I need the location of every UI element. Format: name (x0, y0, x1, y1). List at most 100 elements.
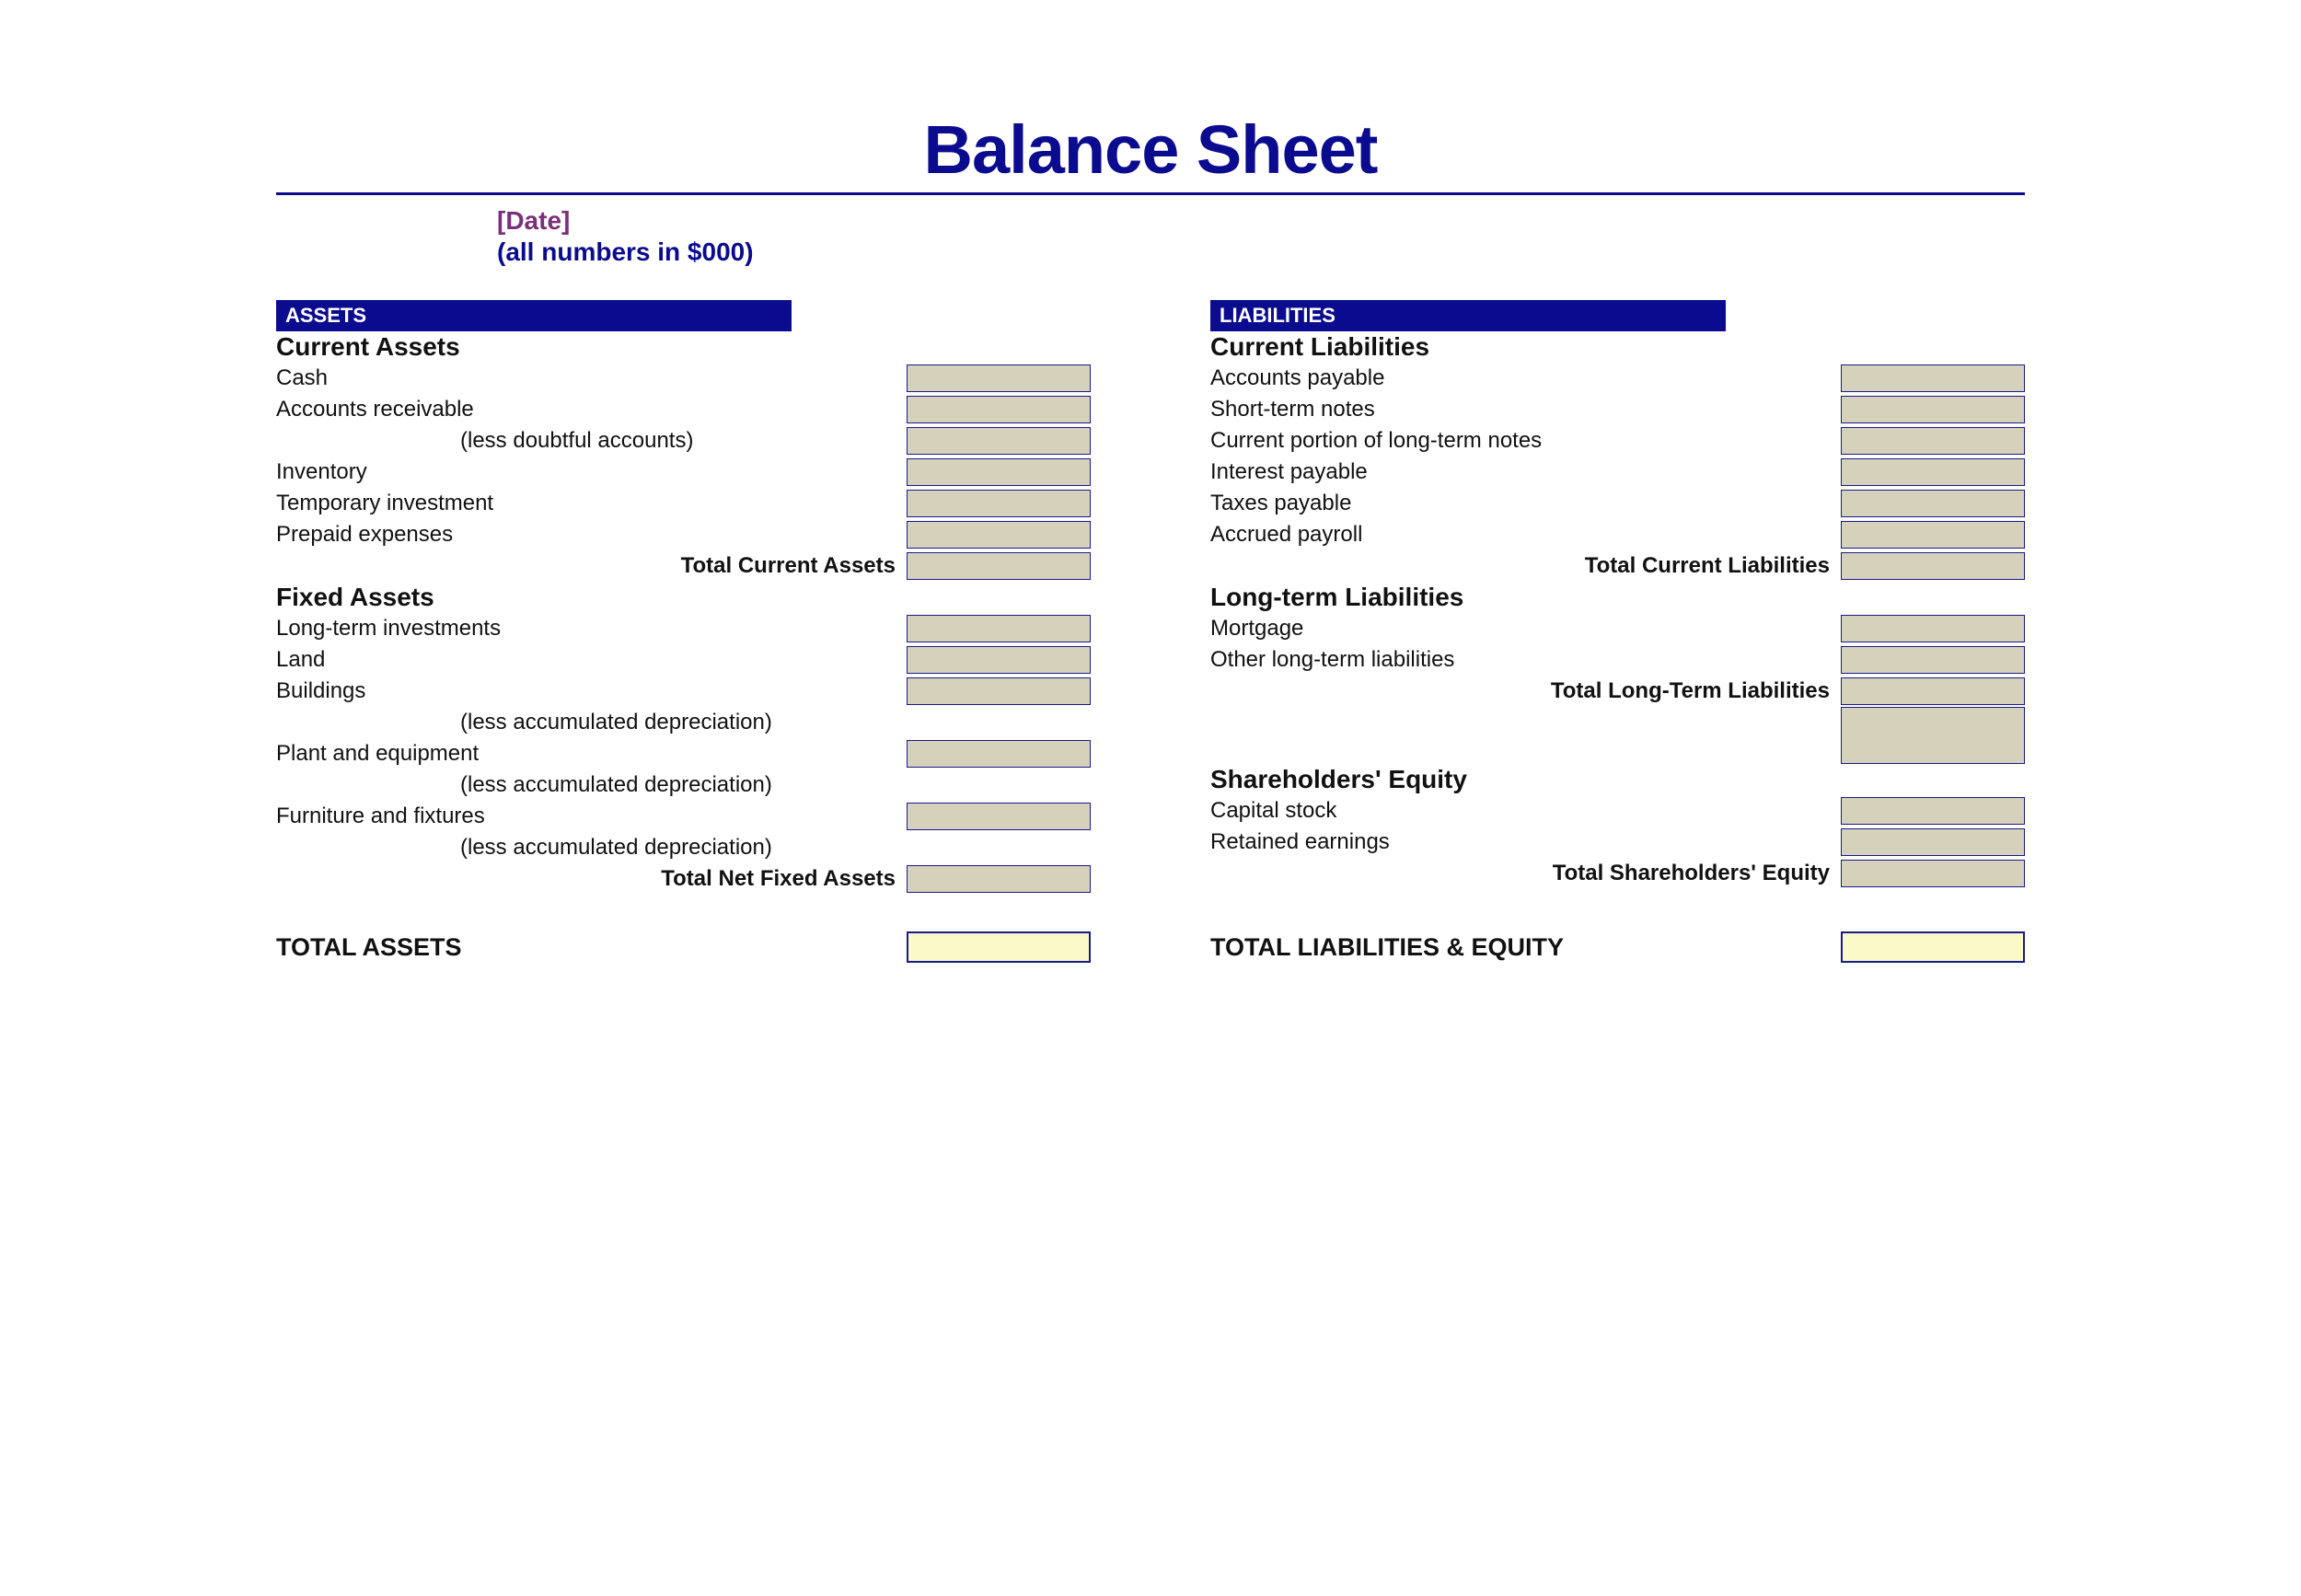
item-label: (less accumulated depreciation) (276, 710, 907, 735)
spacer-row (1210, 707, 2025, 764)
line-item: Retained earnings (1210, 827, 2025, 858)
meta-block: [Date] (all numbers in $000) (497, 204, 2025, 267)
value-cell[interactable] (907, 803, 1091, 830)
item-label: Furniture and fixtures (276, 804, 907, 829)
total-liabilities-equity-row: TOTAL LIABILITIES & EQUITY (1210, 931, 2025, 963)
item-label: Prepaid expenses (276, 522, 907, 548)
assets-column: ASSETS Current Assets Cash Accounts rece… (276, 300, 1091, 895)
item-label: Land (276, 647, 907, 673)
line-item: Long-term investments (276, 613, 1091, 644)
value-cell[interactable] (1841, 615, 2025, 642)
total-assets-cell[interactable] (907, 931, 1091, 963)
total-assets-row: TOTAL ASSETS (276, 931, 1091, 963)
line-item: Other long-term liabilities (1210, 644, 2025, 676)
value-cell[interactable] (907, 740, 1091, 768)
value-cell[interactable] (907, 364, 1091, 392)
subtotal-row: Total Shareholders' Equity (1210, 858, 2025, 889)
longterm-liabilities-title: Long-term Liabilities (1210, 583, 2025, 612)
total-assets-label: TOTAL ASSETS (276, 933, 907, 962)
line-item: (less accumulated depreciation) (276, 832, 1091, 863)
value-cell[interactable] (1841, 427, 2025, 455)
item-label: Other long-term liabilities (1210, 647, 1841, 673)
subtotal-label: Total Current Liabilities (1210, 553, 1841, 579)
item-label: (less accumulated depreciation) (276, 835, 907, 861)
value-cell[interactable] (1841, 677, 2025, 705)
subtotal-row: Total Long-Term Liabilities (1210, 676, 2025, 707)
current-liabilities-title: Current Liabilities (1210, 332, 2025, 362)
line-item: Short-term notes (1210, 394, 2025, 425)
item-label: Accrued payroll (1210, 522, 1841, 548)
item-label: Accounts receivable (276, 397, 907, 422)
subtotal-row: Total Net Fixed Assets (276, 863, 1091, 895)
value-cell[interactable] (907, 427, 1091, 455)
item-label: Interest payable (1210, 459, 1841, 485)
subtotal-label: Total Current Assets (276, 553, 907, 579)
document-title: Balance Sheet (276, 110, 2025, 189)
value-cell[interactable] (1841, 707, 2025, 764)
item-label: Current portion of long-term notes (1210, 428, 1841, 454)
value-cell[interactable] (1841, 552, 2025, 580)
line-item: Interest payable (1210, 457, 2025, 488)
line-item: Buildings (276, 676, 1091, 707)
value-cell[interactable] (1841, 860, 2025, 887)
item-label: Capital stock (1210, 798, 1841, 824)
item-label: Long-term investments (276, 616, 907, 642)
value-cell[interactable] (1841, 828, 2025, 856)
item-label: Mortgage (1210, 616, 1841, 642)
item-label: Taxes payable (1210, 491, 1841, 516)
item-label: (less doubtful accounts) (276, 428, 907, 454)
line-item: Capital stock (1210, 795, 2025, 827)
value-cell[interactable] (907, 865, 1091, 893)
value-cell[interactable] (907, 490, 1091, 517)
line-item: Prepaid expenses (276, 519, 1091, 550)
subtotal-row: Total Current Assets (276, 550, 1091, 582)
value-cell[interactable] (907, 646, 1091, 674)
item-label: Cash (276, 365, 907, 391)
item-label: Short-term notes (1210, 397, 1841, 422)
line-item: Inventory (276, 457, 1091, 488)
balance-sheet-document: Balance Sheet [Date] (all numbers in $00… (0, 0, 2301, 1147)
value-cell[interactable] (907, 677, 1091, 705)
liabilities-header: LIABILITIES (1210, 300, 1726, 331)
value-cell[interactable] (907, 458, 1091, 486)
liabilities-column: LIABILITIES Current Liabilities Accounts… (1210, 300, 2025, 895)
value-cell[interactable] (1841, 490, 2025, 517)
item-label: Buildings (276, 678, 907, 704)
value-cell[interactable] (907, 552, 1091, 580)
line-item: Accounts receivable (276, 394, 1091, 425)
line-item: Cash (276, 363, 1091, 394)
line-item: Mortgage (1210, 613, 2025, 644)
line-item: Accrued payroll (1210, 519, 2025, 550)
value-cell[interactable] (1841, 458, 2025, 486)
value-cell[interactable] (907, 396, 1091, 423)
line-item: Furniture and fixtures (276, 801, 1091, 832)
value-cell[interactable] (1841, 646, 2025, 674)
value-cell[interactable] (1841, 521, 2025, 549)
line-item: Plant and equipment (276, 738, 1091, 769)
fixed-assets-title: Fixed Assets (276, 583, 1091, 612)
value-cell[interactable] (907, 615, 1091, 642)
assets-header: ASSETS (276, 300, 792, 331)
value-cell[interactable] (907, 521, 1091, 549)
total-liabilities-equity-label: TOTAL LIABILITIES & EQUITY (1210, 933, 1841, 962)
value-cell[interactable] (1841, 364, 2025, 392)
subtotal-label: Total Shareholders' Equity (1210, 861, 1841, 886)
title-underline (276, 192, 2025, 195)
item-label: Accounts payable (1210, 365, 1841, 391)
equity-title: Shareholders' Equity (1210, 765, 2025, 794)
line-item: Accounts payable (1210, 363, 2025, 394)
item-label: Temporary investment (276, 491, 907, 516)
date-placeholder: [Date] (497, 204, 2025, 237)
line-item: (less accumulated depreciation) (276, 707, 1091, 738)
units-note: (all numbers in $000) (497, 237, 2025, 267)
subtotal-label: Total Net Fixed Assets (276, 866, 907, 892)
line-item: Taxes payable (1210, 488, 2025, 519)
value-cell[interactable] (1841, 396, 2025, 423)
value-cell[interactable] (1841, 797, 2025, 825)
item-label: (less accumulated depreciation) (276, 772, 907, 798)
subtotal-row: Total Current Liabilities (1210, 550, 2025, 582)
subtotal-label: Total Long-Term Liabilities (1210, 678, 1841, 704)
total-liabilities-equity-cell[interactable] (1841, 931, 2025, 963)
item-label: Retained earnings (1210, 829, 1841, 855)
item-label: Plant and equipment (276, 741, 907, 767)
